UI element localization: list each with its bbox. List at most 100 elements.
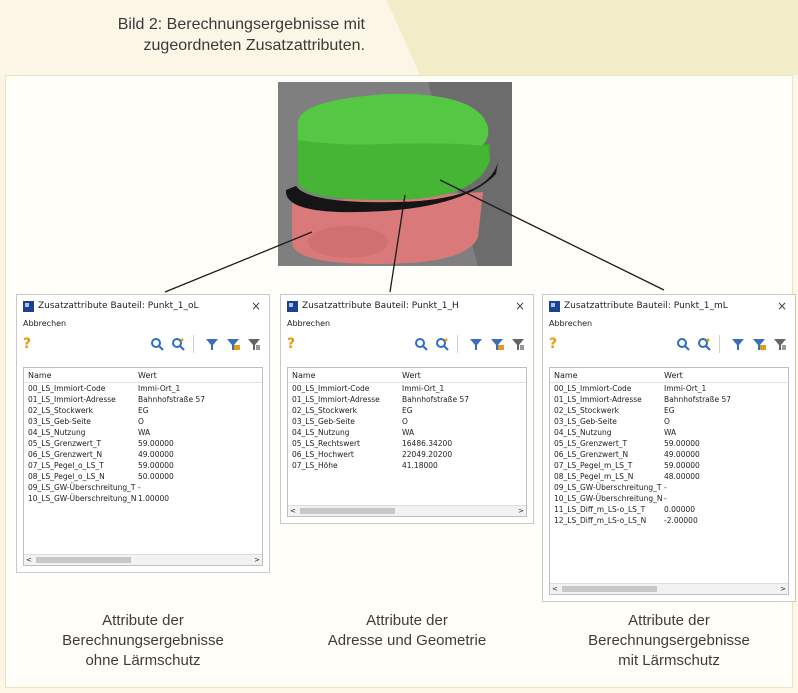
filter-icon[interactable]: [729, 335, 747, 353]
table-row[interactable]: 09_LS_GW-Überschreitung_T -: [550, 482, 788, 493]
filter-clear-icon[interactable]: [245, 335, 263, 353]
table-row[interactable]: 07_LS_Höhe 41.18000: [288, 460, 526, 471]
filter-clear-icon[interactable]: [771, 335, 789, 353]
menu-abbrechen[interactable]: Abbrechen: [543, 317, 795, 331]
horizontal-scrollbar[interactable]: < >: [288, 505, 526, 516]
table-row[interactable]: 04_LS_Nutzung WA: [24, 427, 262, 438]
table-row[interactable]: 08_LS_Pegel_o_LS_N 50.00000: [24, 471, 262, 482]
column-header-value[interactable]: Wert: [662, 368, 788, 382]
table-row[interactable]: 03_LS_Geb-Seite O: [24, 416, 262, 427]
table-row[interactable]: 07_LS_Pegel_m_LS_T 59.00000: [550, 460, 788, 471]
menu-abbrechen[interactable]: Abbrechen: [281, 317, 533, 331]
table-row[interactable]: 02_LS_Stockwerk EG: [24, 405, 262, 416]
table-row[interactable]: 03_LS_Geb-Seite O: [288, 416, 526, 427]
attribute-value: O: [138, 417, 144, 426]
scrollbar-thumb[interactable]: [300, 508, 395, 514]
attribute-value: 59.00000: [138, 439, 174, 448]
scroll-right-icon[interactable]: >: [254, 555, 260, 565]
attribute-name: 01_LS_Immiort-Adresse: [554, 395, 642, 404]
window-title: Zusatzattribute Bauteil: Punkt_1_H: [302, 301, 459, 311]
help-icon[interactable]: ?: [287, 336, 303, 352]
scroll-left-icon[interactable]: <: [552, 584, 558, 594]
label-line: Attribute der: [366, 612, 448, 629]
attribute-name: 03_LS_Geb-Seite: [554, 417, 617, 426]
table-row[interactable]: 02_LS_Stockwerk EG: [550, 405, 788, 416]
column-header-value[interactable]: Wert: [136, 368, 262, 382]
filter-add-icon[interactable]: [750, 335, 768, 353]
attribute-value: 16486.34200: [402, 439, 453, 448]
attribute-value: 59.00000: [138, 461, 174, 470]
close-icon[interactable]: ×: [513, 299, 527, 313]
attribute-value: 49.00000: [138, 450, 174, 459]
attribute-name: 08_LS_Pegel_o_LS_N: [28, 472, 105, 481]
filter-add-icon[interactable]: [488, 335, 506, 353]
zoom-fit-icon[interactable]: [169, 335, 187, 353]
scrollbar-thumb[interactable]: [36, 557, 131, 563]
table-row[interactable]: 10_LS_GW-Überschreitung_N 1.00000: [24, 493, 262, 504]
table-row[interactable]: 05_LS_Grenzwert_T 59.00000: [550, 438, 788, 449]
horizontal-scrollbar[interactable]: < >: [24, 554, 262, 565]
table-row[interactable]: 03_LS_Geb-Seite O: [550, 416, 788, 427]
attribute-name: 03_LS_Geb-Seite: [292, 417, 355, 426]
scrollbar-thumb[interactable]: [562, 586, 657, 592]
table-row[interactable]: 00_LS_Immiort-Code Immi-Ort_1: [550, 383, 788, 394]
close-icon[interactable]: ×: [775, 299, 789, 313]
app-icon: [287, 300, 298, 312]
zoom-fit-icon[interactable]: [433, 335, 451, 353]
attribute-value: Bahnhofstraße 57: [664, 395, 732, 404]
filter-add-icon[interactable]: [224, 335, 242, 353]
zoom-in-icon[interactable]: [412, 335, 430, 353]
table-row[interactable]: 05_LS_Rechtswert 16486.34200: [288, 438, 526, 449]
attribute-value: EG: [664, 406, 675, 415]
horizontal-scrollbar[interactable]: < >: [550, 583, 788, 594]
filter-icon[interactable]: [467, 335, 485, 353]
scroll-right-icon[interactable]: >: [780, 584, 786, 594]
attributes-grid: Name Wert 00_LS_Immiort-Code Immi-Ort_1 0…: [549, 367, 789, 595]
filter-clear-icon[interactable]: [509, 335, 527, 353]
column-header-name[interactable]: Name: [288, 368, 400, 382]
scroll-right-icon[interactable]: >: [518, 506, 524, 516]
filter-icon[interactable]: [203, 335, 221, 353]
attribute-value: 59.00000: [664, 439, 700, 448]
scroll-left-icon[interactable]: <: [290, 506, 296, 516]
table-row[interactable]: 01_LS_Immiort-Adresse Bahnhofstraße 57: [288, 394, 526, 405]
menu-abbrechen[interactable]: Abbrechen: [17, 317, 269, 331]
table-row[interactable]: 07_LS_Pegel_o_LS_T 59.00000: [24, 460, 262, 471]
help-icon[interactable]: ?: [549, 336, 565, 352]
building-3d-render: [278, 82, 512, 266]
table-row[interactable]: 11_LS_Diff_m_LS-o_LS_T 0.00000: [550, 504, 788, 515]
table-row[interactable]: 01_LS_Immiort-Adresse Bahnhofstraße 57: [24, 394, 262, 405]
close-icon[interactable]: ×: [249, 299, 263, 313]
attribute-name: 00_LS_Immiort-Code: [28, 384, 106, 393]
table-row[interactable]: 04_LS_Nutzung WA: [288, 427, 526, 438]
table-row[interactable]: 09_LS_GW-Überschreitung_T -: [24, 482, 262, 493]
attribute-value: -2.00000: [664, 516, 698, 525]
attribute-value: O: [664, 417, 670, 426]
table-row[interactable]: 06_LS_Grenzwert_N 49.00000: [24, 449, 262, 460]
table-row[interactable]: 10_LS_GW-Überschreitung_N -: [550, 493, 788, 504]
zoom-fit-icon[interactable]: [695, 335, 713, 353]
table-row[interactable]: 12_LS_Diff_m_LS-o_LS_N -2.00000: [550, 515, 788, 526]
attribute-name: 06_LS_Grenzwert_N: [554, 450, 629, 459]
zoom-in-icon[interactable]: [148, 335, 166, 353]
label-line: mit Lärmschutz: [618, 652, 720, 669]
attribute-name: 10_LS_GW-Überschreitung_N: [554, 494, 662, 503]
table-row[interactable]: 00_LS_Immiort-Code Immi-Ort_1: [288, 383, 526, 394]
table-row[interactable]: 01_LS_Immiort-Adresse Bahnhofstraße 57: [550, 394, 788, 405]
column-header-name[interactable]: Name: [550, 368, 662, 382]
table-row[interactable]: 06_LS_Grenzwert_N 49.00000: [550, 449, 788, 460]
scroll-left-icon[interactable]: <: [26, 555, 32, 565]
window-title: Zusatzattribute Bauteil: Punkt_1_mL: [564, 301, 728, 311]
table-row[interactable]: 02_LS_Stockwerk EG: [288, 405, 526, 416]
table-row[interactable]: 04_LS_Nutzung WA: [550, 427, 788, 438]
table-row[interactable]: 05_LS_Grenzwert_T 59.00000: [24, 438, 262, 449]
column-header-name[interactable]: Name: [24, 368, 136, 382]
zoom-in-icon[interactable]: [674, 335, 692, 353]
table-row[interactable]: 08_LS_Pegel_m_LS_N 48.00000: [550, 471, 788, 482]
table-row[interactable]: 06_LS_Hochwert 22049.20200: [288, 449, 526, 460]
table-row[interactable]: 00_LS_Immiort-Code Immi-Ort_1: [24, 383, 262, 394]
help-icon[interactable]: ?: [23, 336, 39, 352]
column-header-value[interactable]: Wert: [400, 368, 526, 382]
toolbar: ?: [543, 331, 795, 357]
attribute-value: EG: [138, 406, 149, 415]
